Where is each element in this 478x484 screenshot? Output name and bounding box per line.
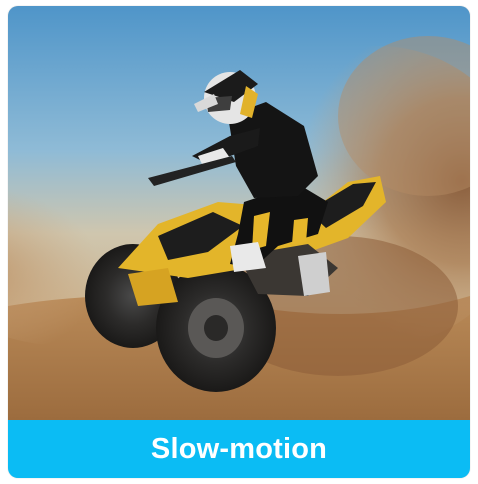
atv-rider-photo [8, 6, 470, 420]
effect-card-slow-motion[interactable]: Slow-motion [8, 6, 470, 478]
caption-label: Slow-motion [150, 432, 328, 465]
preview-image [8, 6, 470, 420]
caption-bar[interactable]: Slow-motion [8, 420, 470, 478]
